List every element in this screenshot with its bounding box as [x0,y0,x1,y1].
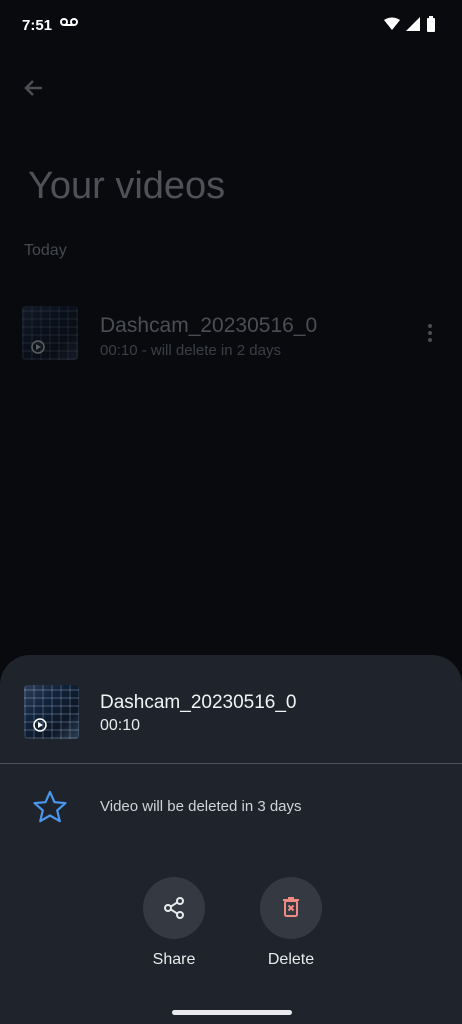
share-button[interactable]: Share [124,877,224,977]
status-time: 7:51 [22,17,53,34]
wifi-icon [384,17,400,31]
sheet-divider [0,763,462,764]
deletion-notice: Video will be deleted in 3 days [100,798,302,815]
back-arrow-icon[interactable] [20,74,48,102]
home-indicator[interactable] [172,1010,292,1015]
star-outline-icon[interactable] [32,789,68,825]
video-item-name: Dashcam_20230516_0 [100,314,318,337]
share-icon [143,877,205,939]
delete-label: Delete [267,951,315,968]
delete-button[interactable]: Delete [241,877,341,977]
delete-icon [260,877,322,939]
battery-icon [426,16,436,32]
sheet-video-thumbnail [24,685,79,739]
sheet-video-name: Dashcam_20230516_0 [100,692,297,713]
status-icons [384,16,436,32]
signal-icon [406,17,420,31]
video-actions-bottom-sheet: Dashcam_20230516_0 00:10 Video will be d… [0,655,462,1024]
more-vert-icon[interactable] [420,321,440,345]
share-label: Share [152,951,196,968]
play-icon [31,340,45,354]
status-bar: 7:51 [0,0,462,52]
video-item-meta: 00:10 - will delete in 2 days [100,342,281,359]
section-label: Today [24,242,67,259]
voicemail-icon [60,16,78,28]
play-icon [33,718,47,732]
sheet-video-duration: 00:10 [100,717,141,734]
video-thumbnail [22,306,78,360]
video-list-item[interactable]: Dashcam_20230516_0 00:10 - will delete i… [22,306,442,360]
page-title: Your videos [28,165,226,207]
